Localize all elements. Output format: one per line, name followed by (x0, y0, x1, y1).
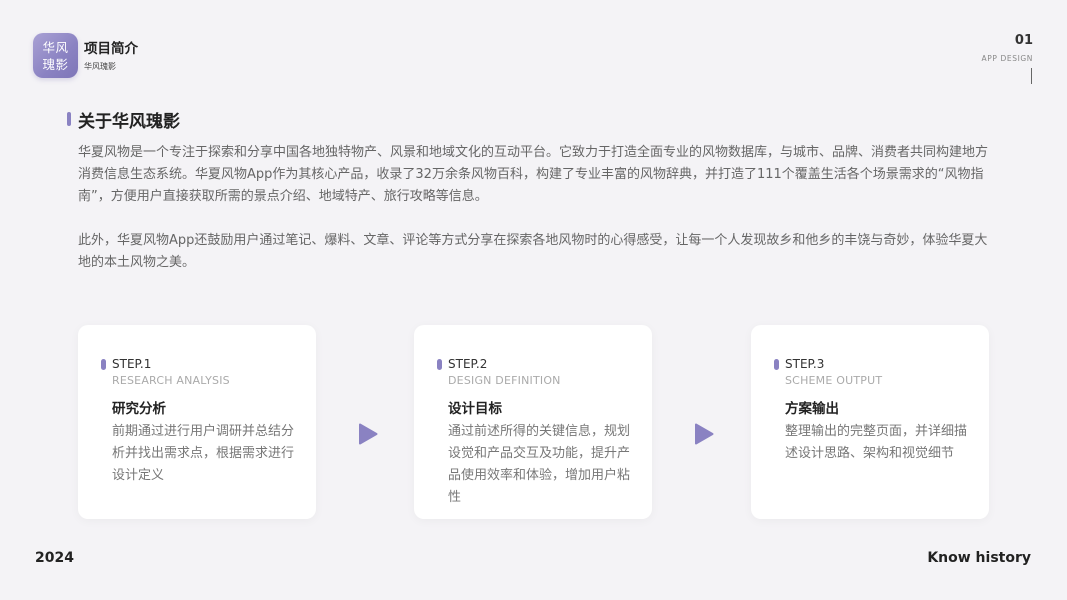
step-title: 方案输出 (785, 401, 839, 417)
step-number: STEP.2 (448, 357, 488, 371)
step-number: STEP.1 (112, 357, 152, 371)
header-tag: APP DESIGN (981, 54, 1033, 63)
logo-text-line1: 华风 (42, 39, 69, 55)
app-logo: 华风 瑰影 (33, 33, 78, 78)
step-description: 前期通过进行用户调研并总结分析并找出需求点，根据需求进行设计定义 (112, 424, 295, 483)
play-arrow-icon (359, 423, 378, 445)
intro-paragraph-1: 华夏风物是一个专注于探索和分享中国各地独特物产、风景和地域文化的互动平台。它致力… (78, 145, 989, 204)
logo-text-line2: 瑰影 (42, 56, 69, 72)
header-subtitle: 华风瑰影 (84, 62, 116, 71)
step-card-2: STEP.2 DESIGN DEFINITION 设计目标 通过前述所得的关键信… (414, 325, 652, 519)
step-marker (437, 359, 442, 370)
footer-year: 2024 (35, 550, 74, 566)
step-card-3: STEP.3 SCHEME OUTPUT 方案输出 整理输出的完整页面，并详细描… (751, 325, 989, 519)
step-english-title: RESEARCH ANALYSIS (112, 374, 230, 387)
section-title: 关于华风瑰影 (78, 112, 180, 132)
step-description: 整理输出的完整页面，并详细描述设计思路、架构和视觉细节 (785, 424, 968, 461)
divider-line (1031, 68, 1032, 84)
footer-tagline: Know history (927, 550, 1031, 566)
play-arrow-icon (695, 423, 714, 445)
section-accent-bar (67, 112, 71, 126)
step-number: STEP.3 (785, 357, 825, 371)
step-title: 研究分析 (112, 401, 166, 417)
step-card-1: STEP.1 RESEARCH ANALYSIS 研究分析 前期通过进行用户调研… (78, 325, 316, 519)
step-english-title: DESIGN DEFINITION (448, 374, 561, 387)
step-title: 设计目标 (448, 401, 502, 417)
step-english-title: SCHEME OUTPUT (785, 374, 883, 387)
step-marker (774, 359, 779, 370)
header-title: 项目简介 (84, 41, 138, 57)
page-number: 01 (1014, 33, 1033, 48)
step-marker (101, 359, 106, 370)
step-description: 通过前述所得的关键信息，规划设觉和产品交互及功能，提升产品使用效率和体验，增加用… (448, 424, 631, 505)
intro-paragraph-2: 此外，华夏风物App还鼓励用户通过笔记、爆料、文章、评论等方式分享在探索各地风物… (78, 233, 988, 270)
